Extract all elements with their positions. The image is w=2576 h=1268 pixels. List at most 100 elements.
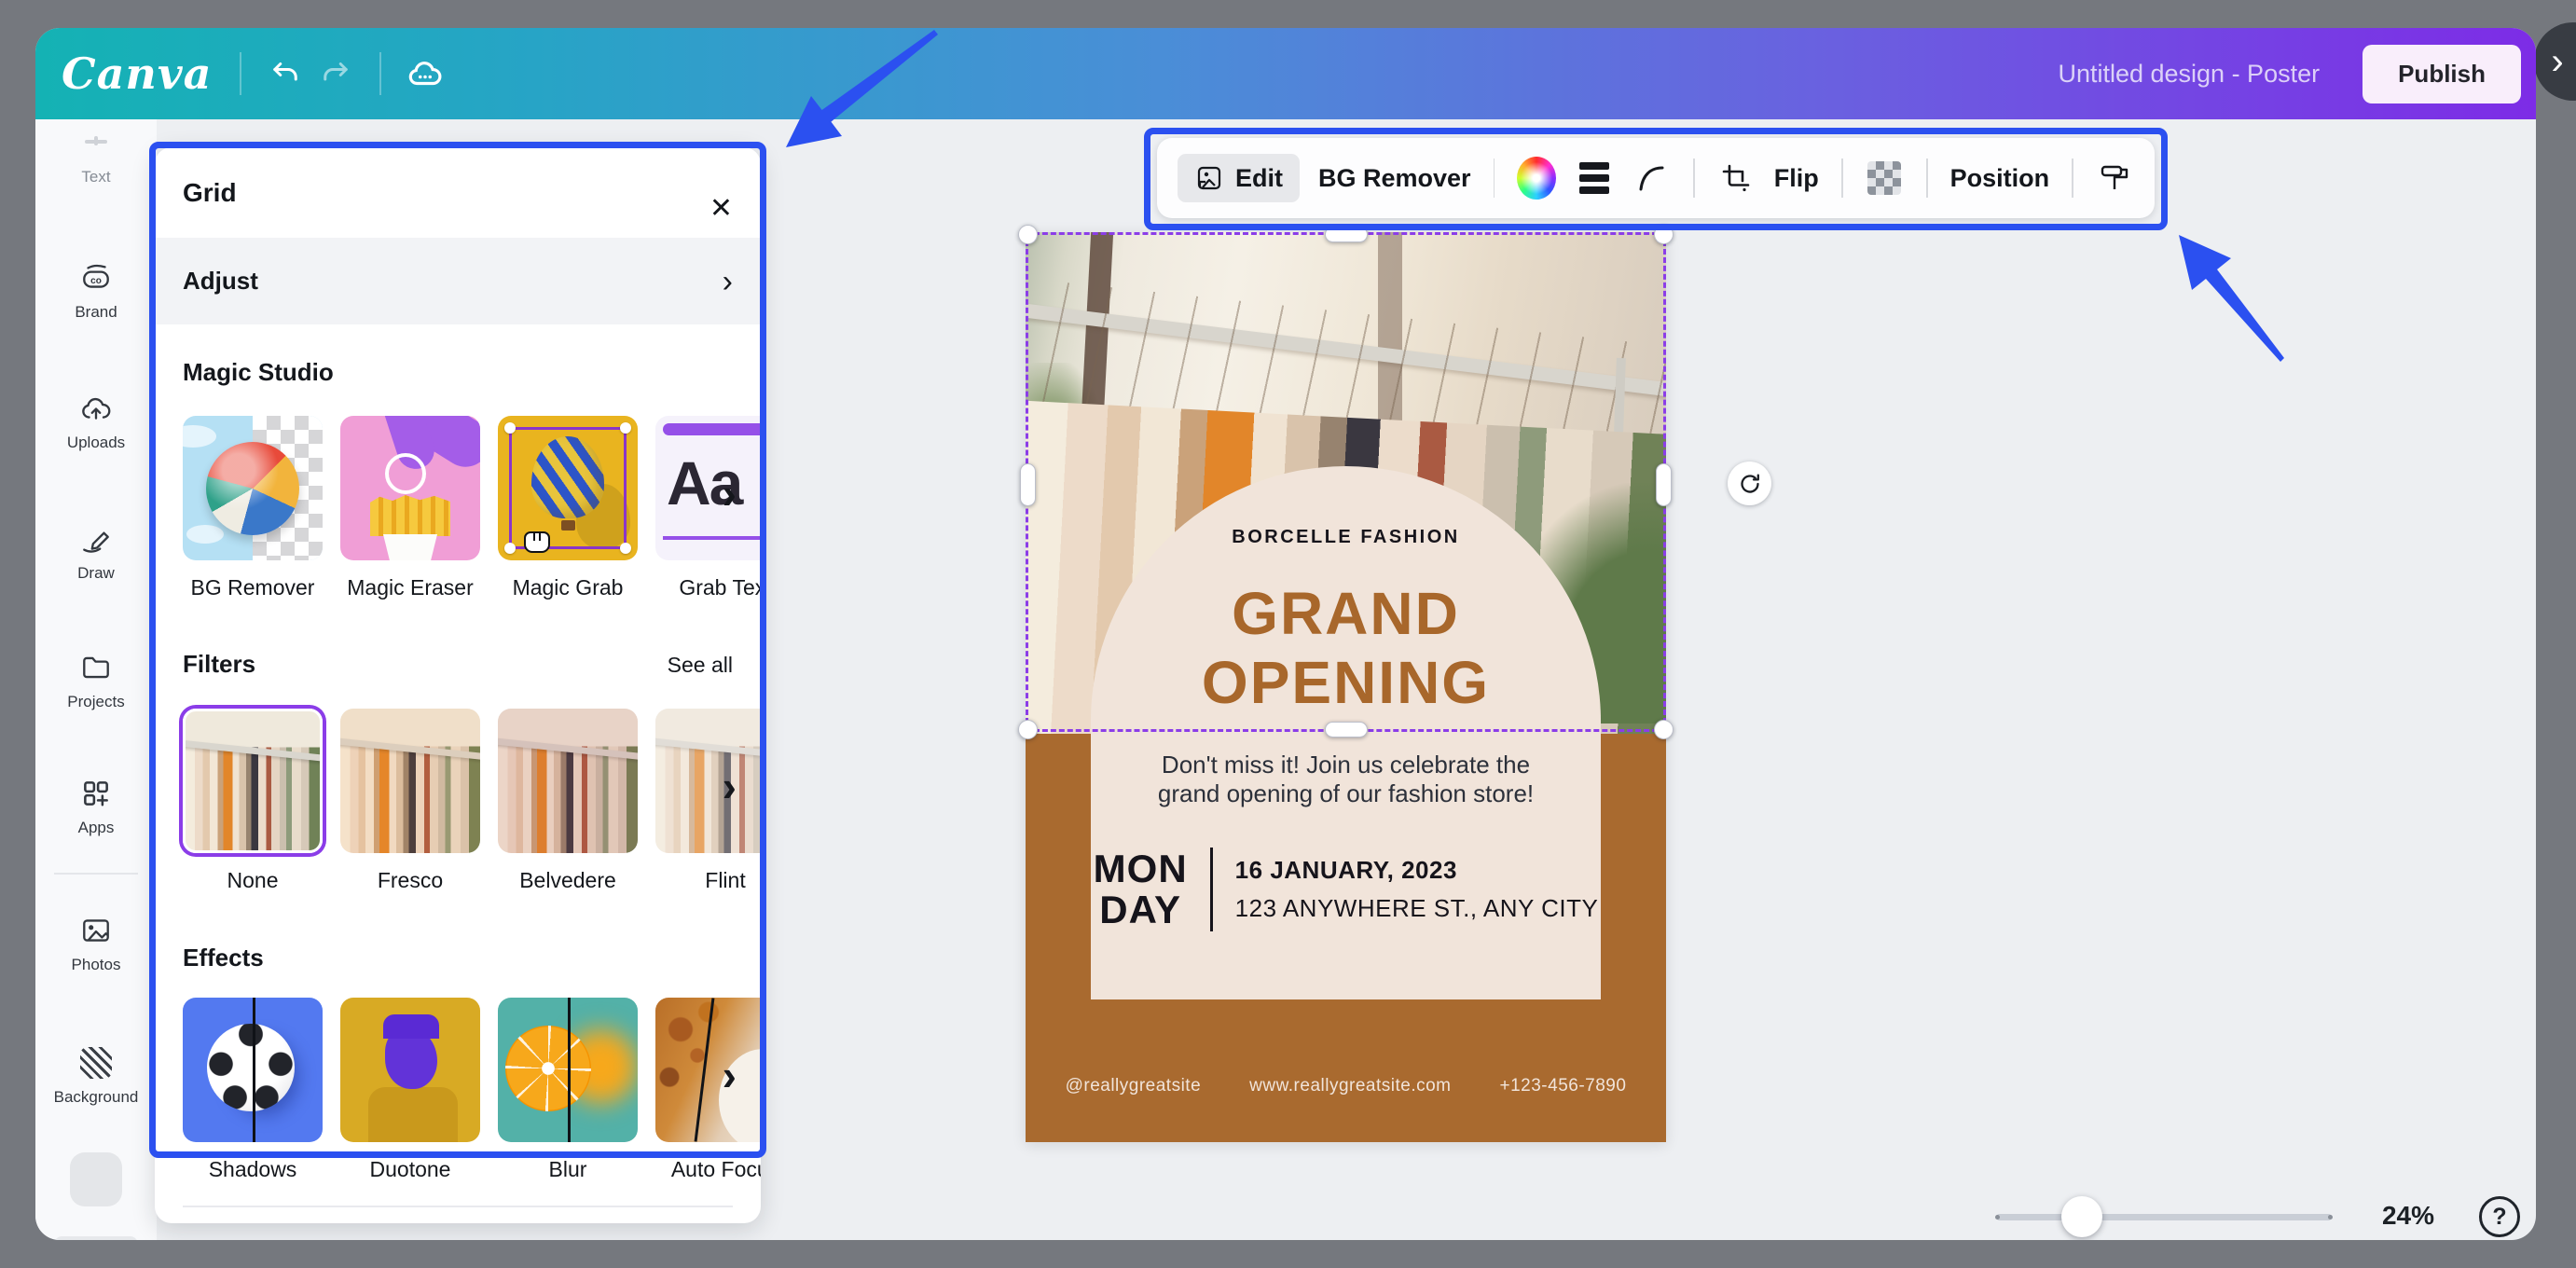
divider xyxy=(1494,158,1495,198)
crop-button[interactable] xyxy=(1717,157,1756,200)
apps-grid-icon xyxy=(79,777,113,810)
poster-phone: +123-456-7890 xyxy=(1500,1076,1627,1096)
effect-blur-thumb[interactable] xyxy=(498,998,638,1142)
crop-icon xyxy=(1720,162,1752,194)
filter-belvedere-thumb[interactable] xyxy=(498,709,638,853)
cloud-icon xyxy=(406,54,445,93)
zoom-slider-thumb[interactable] xyxy=(2061,1196,2102,1237)
frame-close-button[interactable]: › xyxy=(2534,22,2576,101)
filter-item-flint[interactable]: Flint xyxy=(655,709,761,891)
poster-body-text[interactable]: Don't miss it! Join us celebrate the gra… xyxy=(1026,751,1666,808)
sidebar-item-brand[interactable]: co Brand xyxy=(35,261,157,322)
carousel-next-icon[interactable]: › xyxy=(723,468,737,518)
magic-grab-thumb[interactable] xyxy=(498,416,638,560)
effect-item-duotone[interactable]: Duotone xyxy=(340,998,480,1180)
resize-handle-se[interactable] xyxy=(1654,720,1674,739)
transparency-button[interactable] xyxy=(1866,157,1904,200)
carousel-next-icon[interactable]: › xyxy=(723,761,737,811)
filter-fresco-thumb[interactable] xyxy=(340,709,480,853)
poster-canvas[interactable]: BORCELLE FASHION GRAND OPENING Don't mis… xyxy=(1026,232,1666,1142)
magic-studio-item-magic-eraser[interactable]: Magic Eraser xyxy=(340,416,480,599)
poster-brand-text[interactable]: BORCELLE FASHION xyxy=(1026,527,1666,548)
adjust-row[interactable]: Adjust › xyxy=(155,238,761,324)
close-icon: ✕ xyxy=(709,193,733,224)
svg-text:co: co xyxy=(90,276,102,286)
flip-button[interactable]: Flip xyxy=(1774,164,1819,193)
effect-item-shadows[interactable]: Shadows xyxy=(183,998,323,1180)
curve-button[interactable] xyxy=(1632,157,1671,200)
poster-day: MON DAY xyxy=(1094,848,1188,930)
effects-row: Shadows Duotone Blur xyxy=(183,998,733,1180)
filter-item-fresco[interactable]: Fresco xyxy=(340,709,480,891)
undo-button[interactable] xyxy=(260,48,310,99)
sidebar-item-apps[interactable]: Apps xyxy=(35,777,157,837)
filters-row: None Fresco Belvedere Flint › xyxy=(183,709,733,891)
poster-footer[interactable]: @reallygreatsite www.reallygreatsite.com… xyxy=(1026,1076,1666,1096)
sidebar-item-photos[interactable]: Photos xyxy=(35,914,157,974)
context-toolbar: Edit BG Remover Flip Position xyxy=(1157,138,2155,218)
background-stripes-icon xyxy=(79,1046,113,1080)
poster-headline[interactable]: GRAND OPENING xyxy=(1026,579,1666,717)
publish-button[interactable]: Publish xyxy=(2362,45,2521,103)
effect-item-auto-focus[interactable]: Auto Focus xyxy=(655,998,761,1180)
zoom-level[interactable]: 24% xyxy=(2362,1201,2455,1231)
effect-auto-focus-thumb[interactable] xyxy=(655,998,761,1142)
color-wheel-button[interactable] xyxy=(1517,157,1556,200)
magic-studio-row: BG Remover Magic Eraser xyxy=(183,416,733,599)
filter-item-none[interactable]: None xyxy=(183,709,323,891)
resize-handle-right[interactable] xyxy=(1656,463,1672,506)
effect-item-blur[interactable]: Blur xyxy=(498,998,638,1180)
effects-heading: Effects xyxy=(183,944,733,971)
copy-style-button[interactable] xyxy=(2096,157,2134,200)
magic-studio-item-magic-grab[interactable]: Magic Grab xyxy=(498,416,638,599)
magic-studio-item-bg-remover[interactable]: BG Remover xyxy=(183,416,323,599)
carousel-next-icon[interactable]: › xyxy=(723,1050,737,1100)
edit-image-icon xyxy=(1194,163,1224,193)
close-panel-button[interactable]: ✕ xyxy=(709,179,733,238)
divider xyxy=(183,1206,733,1220)
canva-logo[interactable]: Canva xyxy=(62,48,212,99)
filter-flint-thumb[interactable] xyxy=(655,709,761,853)
sidebar-item-projects[interactable]: Projects xyxy=(35,651,157,711)
rotate-handle[interactable] xyxy=(1728,462,1771,505)
resize-handle-bottom[interactable] xyxy=(1325,722,1368,737)
resize-handle-sw[interactable] xyxy=(1018,720,1038,739)
magic-studio-item-grab-text[interactable]: Aa Grab Text xyxy=(655,416,761,599)
effect-duotone-thumb[interactable] xyxy=(340,998,480,1142)
bg-remover-thumb[interactable] xyxy=(183,416,323,560)
divider xyxy=(379,52,381,95)
sidebar-item-text[interactable]: Text xyxy=(35,168,157,186)
poster-website: www.reallygreatsite.com xyxy=(1249,1076,1451,1096)
sidebar-item-background[interactable]: Background xyxy=(35,1046,157,1107)
sidebar-item-draw[interactable]: Draw xyxy=(35,522,157,583)
grab-text-thumb[interactable]: Aa xyxy=(655,416,761,560)
skeleton-placeholder xyxy=(70,1152,122,1206)
help-button[interactable]: ? xyxy=(2479,1196,2520,1237)
divider xyxy=(2072,158,2073,198)
arrow-to-toolbar xyxy=(2179,235,2284,362)
filters-see-all-link[interactable]: See all xyxy=(668,653,733,678)
resize-handle-top[interactable] xyxy=(1325,227,1368,242)
adjust-levels-button[interactable] xyxy=(1575,157,1613,200)
zoom-slider-track[interactable] xyxy=(1996,1214,2332,1220)
edit-image-button[interactable]: Edit xyxy=(1178,154,1300,202)
document-title[interactable]: Untitled design - Poster xyxy=(2058,60,2320,89)
cloud-sync-button[interactable] xyxy=(400,48,450,99)
position-button[interactable]: Position xyxy=(1950,164,2050,193)
image-icon xyxy=(79,914,113,947)
resize-handle-nw[interactable] xyxy=(1018,225,1038,244)
filter-item-belvedere[interactable]: Belvedere xyxy=(498,709,638,891)
divider xyxy=(240,52,241,95)
grab-hand-cursor xyxy=(524,531,550,553)
question-icon: ? xyxy=(2492,1204,2506,1231)
magic-eraser-thumb[interactable] xyxy=(340,416,480,560)
poster-event-block[interactable]: MON DAY 16 JANUARY, 2023 123 ANYWHERE ST… xyxy=(1026,848,1666,931)
effect-shadows-thumb[interactable] xyxy=(183,998,323,1142)
resize-handle-left[interactable] xyxy=(1020,463,1036,506)
sidebar-item-uploads[interactable]: Uploads xyxy=(35,392,157,452)
resize-handle-ne[interactable] xyxy=(1654,225,1674,244)
transparency-checker-icon xyxy=(1867,161,1901,195)
redo-button[interactable] xyxy=(310,48,361,99)
filter-none-thumb[interactable] xyxy=(183,709,323,853)
bg-remover-button[interactable]: BG Remover xyxy=(1318,164,1471,193)
